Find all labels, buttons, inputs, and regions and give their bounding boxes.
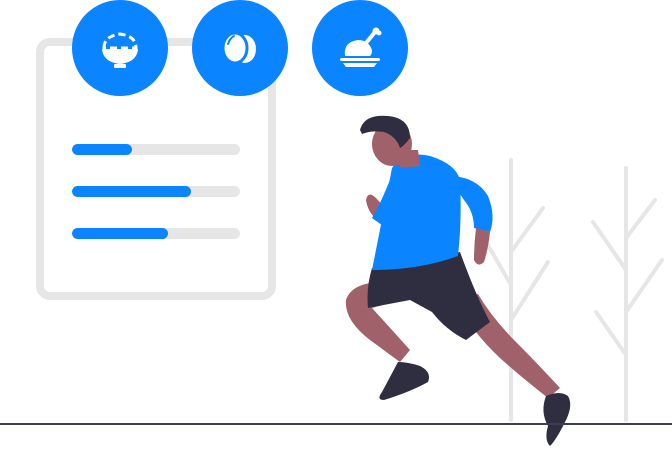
ground-line xyxy=(0,423,672,425)
runner-back-shoe xyxy=(379,362,429,400)
fitness-illustration xyxy=(0,0,672,450)
runner-figure xyxy=(345,115,571,446)
runner-front-hand xyxy=(474,228,490,265)
runner-shirt xyxy=(372,154,461,270)
runner-front-shoe xyxy=(543,393,571,446)
